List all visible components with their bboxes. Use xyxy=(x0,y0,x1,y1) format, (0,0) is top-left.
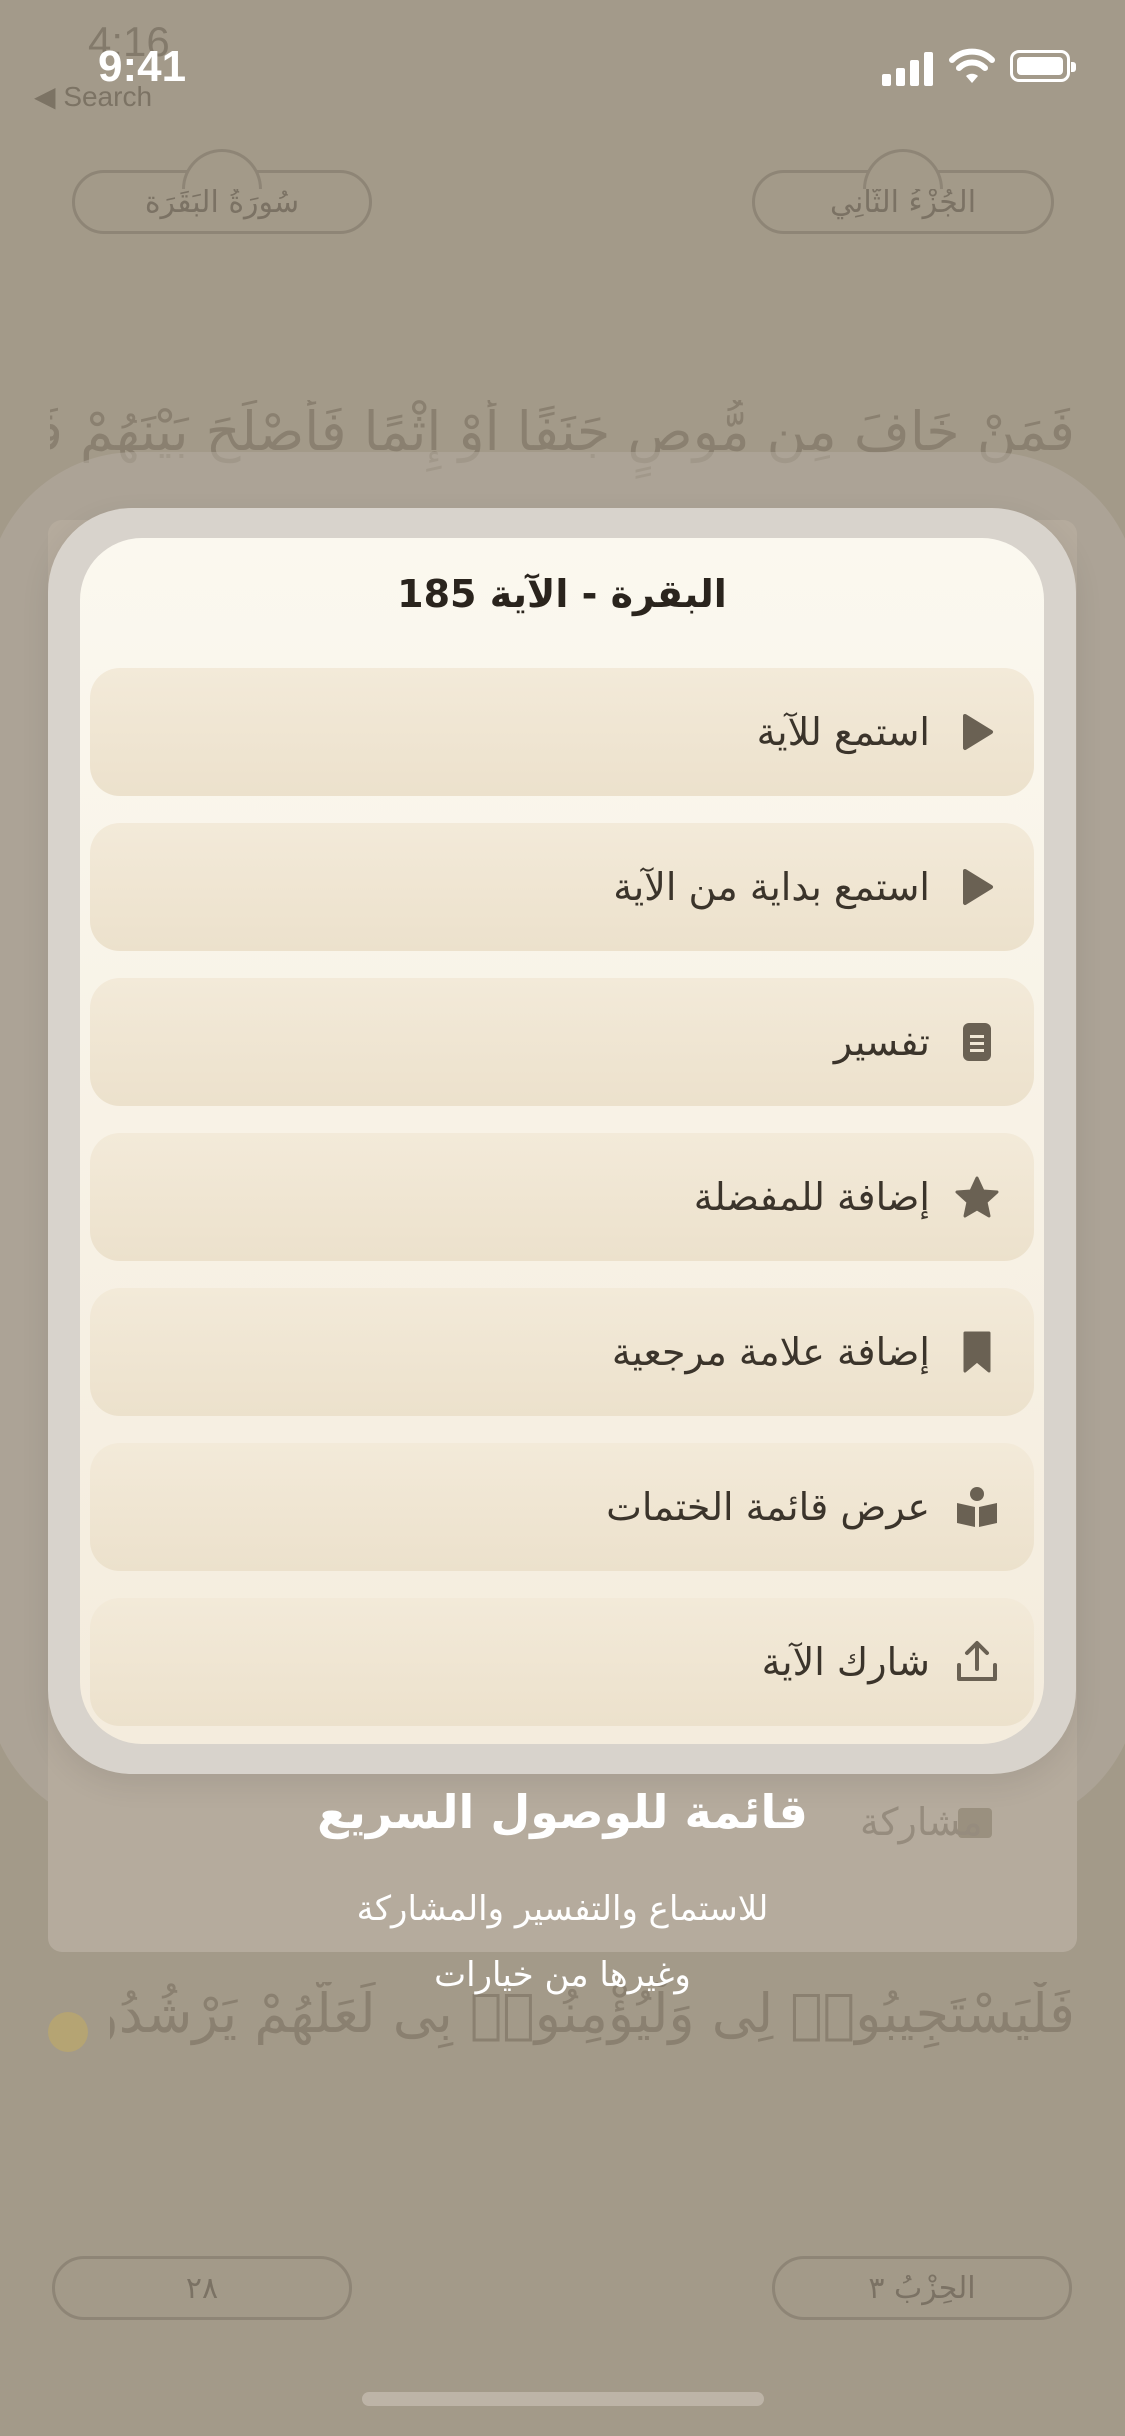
play-icon xyxy=(954,864,1000,910)
add-bookmark-item[interactable]: إضافة علامة مرجعية xyxy=(90,1288,1034,1416)
screen: سُورَةُ البَقَرَة الجُزْءُ الثَّانِي فَم… xyxy=(0,0,1125,2436)
hizb-pill: الحِزْبُ ٣ xyxy=(772,2256,1072,2320)
juz-name-pill: الجُزْءُ الثَّانِي xyxy=(752,149,1054,234)
listen-from-ayah-item[interactable]: استمع بداية من الآية xyxy=(90,823,1034,951)
menu-item-label: استمع للآية xyxy=(756,710,930,754)
tooltip-title: قائمة للوصول السريع xyxy=(317,1785,808,1839)
battery-icon xyxy=(1010,50,1076,82)
menu-title: البقرة - الآية 185 xyxy=(397,572,727,616)
verse-number-medallion xyxy=(48,2012,88,2052)
menu-item-label: إضافة للمفضلة xyxy=(693,1175,930,1219)
play-icon xyxy=(954,709,1000,755)
document-icon xyxy=(954,1019,1000,1065)
cellular-signal-icon xyxy=(882,50,934,86)
bookmark-icon xyxy=(954,1329,1000,1375)
menu-item-label: شارك الآية xyxy=(761,1640,930,1684)
tooltip-line-1: للاستماع والتفسير والمشاركة xyxy=(356,1889,769,1929)
star-icon xyxy=(954,1174,1000,1220)
tooltip-line-2: وغيرها من خيارات xyxy=(434,1955,691,1995)
menu-item-label: تفسير xyxy=(833,1020,930,1064)
pill-ornament xyxy=(182,149,262,189)
listen-ayah-item[interactable]: استمع للآية xyxy=(90,668,1034,796)
status-bar: 4:16 ◀ Search 9:41 xyxy=(0,0,1125,140)
page-number-pill: ٢٨ xyxy=(52,2256,352,2320)
reading-icon xyxy=(954,1484,1000,1530)
juz-name: الجُزْءُ الثَّانِي xyxy=(829,184,977,220)
tafsir-item[interactable]: تفسير xyxy=(90,978,1034,1106)
share-icon xyxy=(954,1639,1000,1685)
ayah-action-menu: البقرة - الآية 185 استمع للآية استمع بدا… xyxy=(80,538,1044,1744)
khatma-list-item[interactable]: عرض قائمة الختمات xyxy=(90,1443,1034,1571)
hizb-label: الحِزْبُ ٣ xyxy=(868,2270,976,2306)
menu-item-label: إضافة علامة مرجعية xyxy=(611,1330,930,1374)
share-ayah-item[interactable]: شارك الآية xyxy=(90,1598,1034,1726)
tooltip-description: للاستماع والتفسير والمشاركة وغيرها من خي… xyxy=(250,1876,875,2008)
home-indicator[interactable] xyxy=(362,2392,764,2406)
menu-item-label: عرض قائمة الختمات xyxy=(606,1485,930,1529)
pill-ornament xyxy=(863,149,943,189)
add-favorite-item[interactable]: إضافة للمفضلة xyxy=(90,1133,1034,1261)
status-time: 9:41 xyxy=(98,42,187,91)
menu-item-label: استمع بداية من الآية xyxy=(613,865,930,909)
surah-name: سُورَةُ البَقَرَة xyxy=(144,184,300,220)
surah-name-pill: سُورَةُ البَقَرَة xyxy=(72,149,372,234)
page-number: ٢٨ xyxy=(185,2270,219,2306)
wifi-icon xyxy=(949,48,995,83)
